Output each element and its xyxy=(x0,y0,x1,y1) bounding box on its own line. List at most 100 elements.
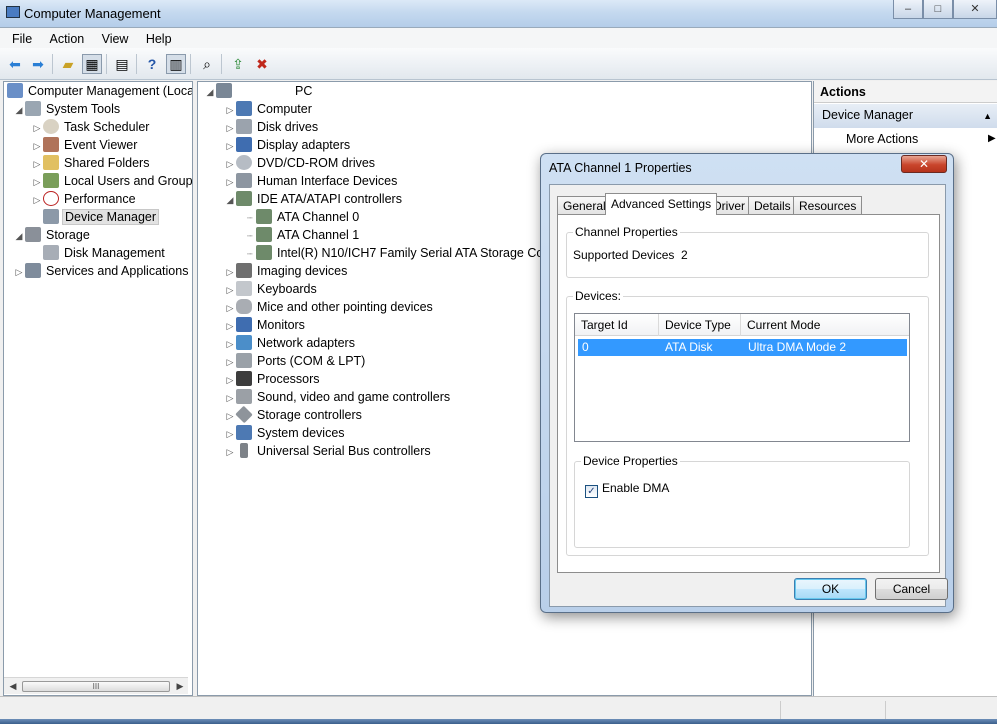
menu-file[interactable]: File xyxy=(5,30,39,48)
checkmark-icon[interactable]: ✓ xyxy=(585,485,598,498)
device-system[interactable]: ▷ System devices xyxy=(224,424,347,442)
device-dvd-drives[interactable]: ▷ DVD/CD-ROM drives xyxy=(224,154,377,172)
collapse-arrow-icon[interactable]: ◢ xyxy=(204,83,216,101)
device-root[interactable]: ◢ PC xyxy=(204,82,314,100)
menu-action[interactable]: Action xyxy=(43,30,92,48)
tree-disk-management[interactable]: Disk Management xyxy=(31,244,167,262)
enable-dma-checkbox[interactable]: ✓ Enable DMA xyxy=(585,481,669,498)
device-ide-controllers[interactable]: ◢ IDE ATA/ATAPI controllers xyxy=(224,190,404,208)
expand-arrow-icon[interactable]: ▷ xyxy=(31,191,43,209)
more-actions-link[interactable]: More Actions xyxy=(846,132,918,146)
device-monitors[interactable]: ▷ Monitors xyxy=(224,316,307,334)
enable-dma-label: Enable DMA xyxy=(602,481,670,495)
tab-advanced-settings[interactable]: Advanced Settings xyxy=(605,193,718,215)
tree-device-manager[interactable]: Device Manager xyxy=(31,208,160,226)
devices-title: Devices: xyxy=(573,289,624,303)
tree-storage[interactable]: ◢ Storage xyxy=(13,226,92,244)
device-manager-icon xyxy=(43,209,59,224)
column-device-type[interactable]: Device Type xyxy=(659,314,741,336)
window-titlebar[interactable]: Computer Management – □ ✕ xyxy=(0,0,997,28)
properties-icon[interactable]: ▤ xyxy=(112,54,132,74)
disk-icon xyxy=(43,245,59,260)
network-adapter-icon xyxy=(236,335,252,350)
collapse-arrow-icon[interactable]: ◢ xyxy=(224,191,236,209)
tree-task-scheduler[interactable]: ▷ Task Scheduler xyxy=(31,118,151,136)
device-sata-controller[interactable]: ┈ Intel(R) N10/ICH7 Family Serial ATA Sto… xyxy=(244,244,560,262)
device-mice[interactable]: ▷ Mice and other pointing devices xyxy=(224,298,435,316)
chevron-right-icon: ▶ xyxy=(988,133,996,144)
collapse-arrow-icon[interactable]: ◢ xyxy=(13,101,25,119)
window-title: Computer Management xyxy=(24,6,161,21)
cell-device-type: ATA Disk xyxy=(665,340,713,354)
device-ata-channel-1[interactable]: ┈ ATA Channel 1 xyxy=(244,226,361,244)
scan-hardware-icon[interactable]: ⌕ xyxy=(197,54,217,74)
device-display-adapters[interactable]: ▷ Display adapters xyxy=(224,136,352,154)
device-sound[interactable]: ▷ Sound, video and game controllers xyxy=(224,388,452,406)
device-processors[interactable]: ▷ Processors xyxy=(224,370,322,388)
device-hid[interactable]: ▷ Human Interface Devices xyxy=(224,172,399,190)
tree-performance[interactable]: ▷ Performance xyxy=(31,190,138,208)
menu-help[interactable]: Help xyxy=(139,30,179,48)
update-driver-icon[interactable]: ⇪ xyxy=(228,54,248,74)
device-keyboards[interactable]: ▷ Keyboards xyxy=(224,280,319,298)
cancel-button[interactable]: Cancel xyxy=(875,578,948,600)
tab-details[interactable]: Details xyxy=(748,196,797,215)
dialog-close-button[interactable]: ✕ xyxy=(901,155,947,173)
device-network[interactable]: ▷ Network adapters xyxy=(224,334,357,352)
left-pane-hscrollbar[interactable]: ◀ III ▶ xyxy=(4,677,188,694)
expand-arrow-icon[interactable]: ▷ xyxy=(31,155,43,173)
tree-shared-folders[interactable]: ▷ Shared Folders xyxy=(31,154,151,172)
tree-local-users[interactable]: ▷ Local Users and Groups xyxy=(31,172,192,191)
show-hide-action-pane-icon[interactable]: ▥ xyxy=(166,54,186,74)
speaker-icon xyxy=(236,389,252,404)
column-current-mode[interactable]: Current Mode xyxy=(741,314,909,336)
storage-controller-icon xyxy=(235,405,253,424)
expand-arrow-icon[interactable]: ▷ xyxy=(31,173,43,191)
expand-arrow-icon[interactable]: ▷ xyxy=(31,119,43,137)
tree-root[interactable]: Computer Management (Local xyxy=(7,82,192,100)
expand-arrow-icon[interactable]: ▷ xyxy=(31,137,43,155)
show-hide-tree-icon[interactable]: ▦ xyxy=(82,54,102,74)
tree-services-apps[interactable]: ▷ Services and Applications xyxy=(13,262,190,280)
scroll-left-icon[interactable]: ◀ xyxy=(7,680,19,692)
device-imaging[interactable]: ▷ Imaging devices xyxy=(224,262,349,280)
column-target-id[interactable]: Target Id xyxy=(575,314,659,336)
help-icon[interactable]: ? xyxy=(142,54,162,74)
devices-listview[interactable]: Target Id Device Type Current Mode 0 ATA… xyxy=(574,313,910,442)
device-disk-drives[interactable]: ▷ Disk drives xyxy=(224,118,320,136)
tab-general[interactable]: General xyxy=(557,196,612,215)
table-row[interactable]: 0 ATA Disk Ultra DMA Mode 2 xyxy=(578,339,907,356)
device-ports[interactable]: ▷ Ports (COM & LPT) xyxy=(224,352,367,370)
minimize-button[interactable]: – xyxy=(893,0,923,19)
menu-view[interactable]: View xyxy=(95,30,136,48)
clock-icon xyxy=(43,119,59,134)
tree-system-tools[interactable]: ◢ System Tools xyxy=(13,100,122,118)
scroll-right-icon[interactable]: ▶ xyxy=(174,680,186,692)
supported-devices-value: 2 xyxy=(681,248,688,262)
ok-button[interactable]: OK xyxy=(794,578,867,600)
mouse-icon xyxy=(236,299,252,314)
actions-section-device-manager[interactable]: Device Manager ▲ xyxy=(814,104,997,128)
maximize-button[interactable]: □ xyxy=(923,0,953,19)
uninstall-icon[interactable]: ✖ xyxy=(252,54,272,74)
tree-event-viewer[interactable]: ▷ Event Viewer xyxy=(31,136,139,154)
computer-management-icon xyxy=(6,6,20,18)
close-button[interactable]: ✕ xyxy=(953,0,997,19)
device-usb[interactable]: ▷ Universal Serial Bus controllers xyxy=(224,442,433,460)
listview-header: Target Id Device Type Current Mode xyxy=(575,314,909,336)
tab-resources[interactable]: Resources xyxy=(793,196,863,215)
expand-arrow-icon[interactable]: ▷ xyxy=(13,263,25,281)
device-computer[interactable]: ▷ Computer xyxy=(224,100,314,118)
toolbar: ⬅ ➡ ▰ ▦ ▤ ? ▥ ⌕ ⇪ ✖ xyxy=(0,48,997,80)
scroll-thumb[interactable]: III xyxy=(22,681,170,692)
ata-channel-properties-dialog: ATA Channel 1 Properties ✕ General Advan… xyxy=(540,153,954,613)
collapse-arrow-icon[interactable]: ◢ xyxy=(13,227,25,245)
device-storage-controllers[interactable]: ▷ Storage controllers xyxy=(224,405,364,424)
users-icon xyxy=(43,173,59,188)
back-icon[interactable]: ⬅ xyxy=(5,54,25,74)
device-ata-channel-0[interactable]: ┈ ATA Channel 0 xyxy=(244,208,361,226)
forward-icon[interactable]: ➡ xyxy=(28,54,48,74)
channel-properties-group: Channel Properties Supported Devices 2 xyxy=(566,225,929,278)
collapse-up-icon[interactable]: ▲ xyxy=(983,111,992,121)
up-folder-icon[interactable]: ▰ xyxy=(58,54,78,74)
